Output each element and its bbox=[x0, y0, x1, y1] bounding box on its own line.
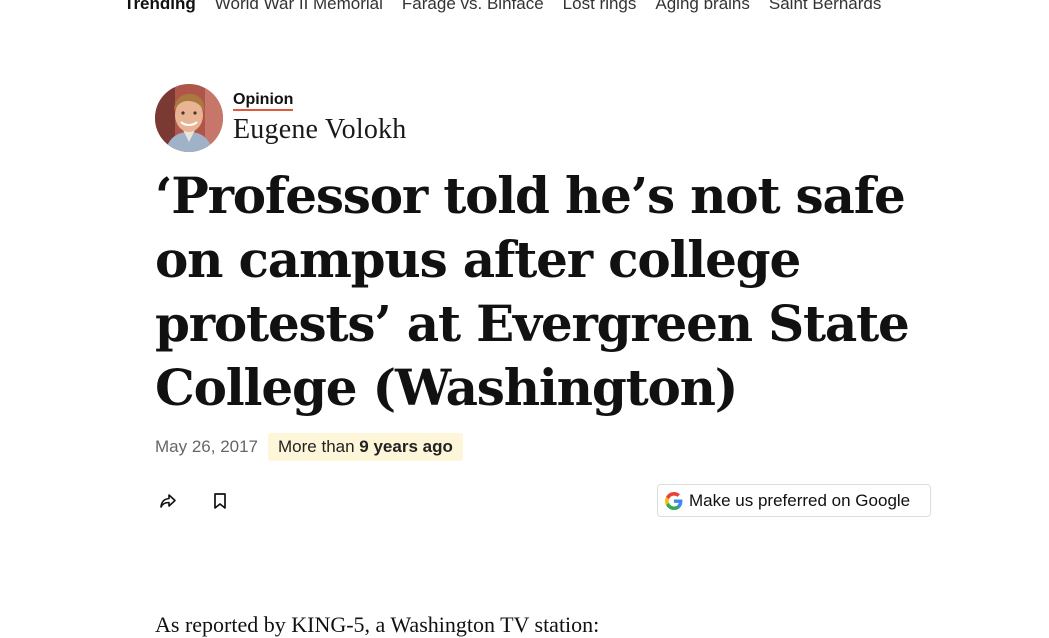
trending-label: Trending bbox=[124, 0, 196, 13]
trending-bar: Trending World War II Memorial Farage vs… bbox=[124, 0, 900, 14]
trending-item-aging-brains[interactable]: Aging brains bbox=[655, 0, 750, 14]
publish-date: May 26, 2017 bbox=[155, 437, 259, 456]
google-preferred-button[interactable]: Make us preferred on Google bbox=[657, 484, 931, 517]
author-avatar[interactable] bbox=[155, 84, 223, 152]
trending-item-lost-rings[interactable]: Lost rings bbox=[563, 0, 637, 14]
age-value: 9 years ago bbox=[359, 437, 453, 456]
article-age-badge: More than 9 years ago bbox=[268, 433, 463, 461]
trending-item-saint-bernards[interactable]: Saint Bernards bbox=[769, 0, 881, 14]
trending-item-world-war-ii-memorial[interactable]: World War II Memorial bbox=[215, 0, 383, 14]
google-preferred-label: Make us preferred on Google bbox=[689, 490, 911, 510]
article-headline: ‘Professor told he’s not safe on campus … bbox=[155, 166, 910, 417]
trending-item-farage-vs-binface[interactable]: Farage vs. Binface bbox=[402, 0, 544, 14]
google-icon bbox=[665, 491, 683, 510]
article-first-paragraph: As reported by KING-5, a Washington TV s… bbox=[155, 612, 600, 637]
share-icon[interactable] bbox=[155, 488, 181, 514]
age-prefix: More than bbox=[278, 437, 360, 456]
bookmark-icon[interactable] bbox=[207, 488, 233, 514]
article-actions bbox=[155, 488, 259, 514]
section-link-opinion[interactable]: Opinion bbox=[233, 91, 294, 111]
author-name[interactable]: Eugene Volokh bbox=[233, 114, 406, 146]
byline-text: Opinion Eugene Volokh bbox=[233, 91, 406, 146]
article-meta: May 26, 2017 More than 9 years ago bbox=[155, 433, 463, 461]
byline: Opinion Eugene Volokh bbox=[155, 84, 406, 152]
